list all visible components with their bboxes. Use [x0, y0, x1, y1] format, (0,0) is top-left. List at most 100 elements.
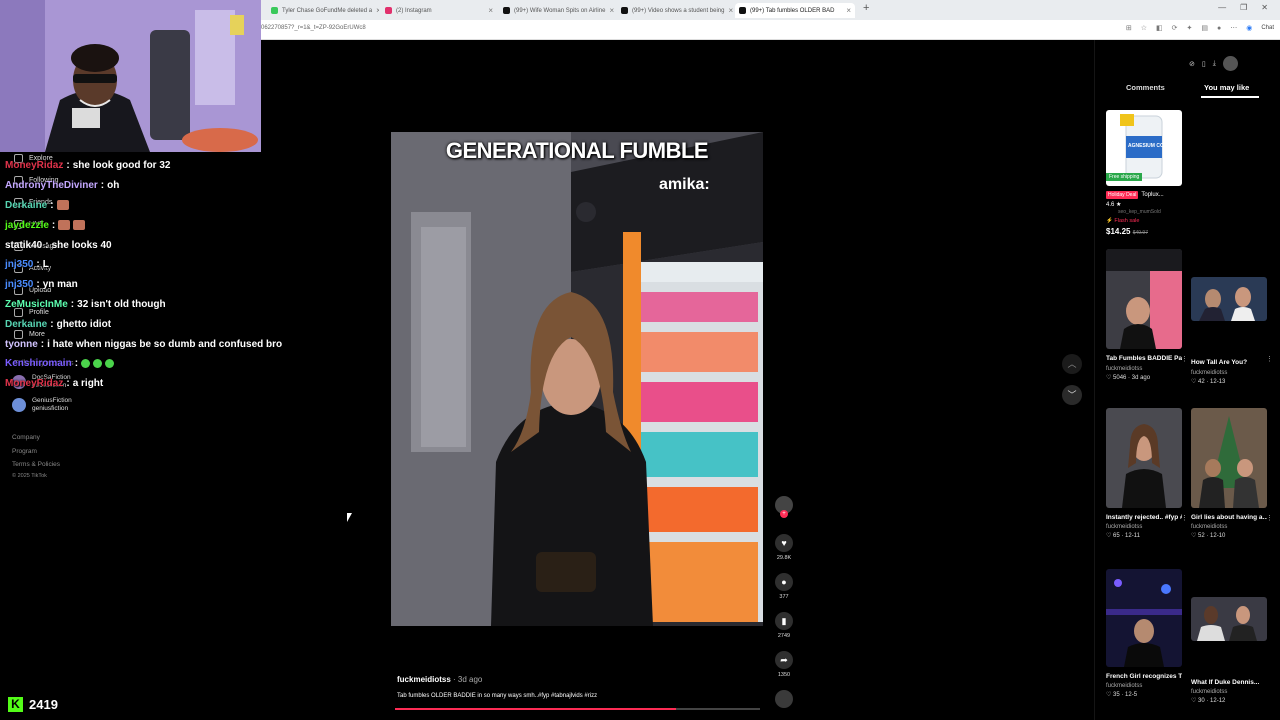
more-options-icon[interactable]: ⋮ [1181, 514, 1188, 522]
footer-company[interactable]: Company [12, 434, 40, 441]
close-window-icon[interactable]: ✕ [1261, 3, 1268, 12]
followed-account[interactable]: GeniusFiction geniusfiction [12, 397, 72, 413]
video-title: Girl lies about having a... [1191, 514, 1267, 521]
chat-username[interactable]: ZeMusicInMe [5, 299, 68, 310]
user-avatar[interactable] [1222, 56, 1238, 71]
streamer-webcam [0, 0, 261, 152]
tab-you-may-like[interactable]: You may like [1204, 83, 1249, 92]
video-author: fuckmeidiotss [1191, 524, 1228, 530]
reading-list-icon[interactable]: ▤ [1201, 24, 1208, 32]
refresh-icon[interactable]: ⟳ [1172, 24, 1178, 32]
bookmark-star-icon[interactable]: ☆ [1141, 24, 1147, 32]
footer-program[interactable]: Program [12, 448, 37, 455]
chat-separator: : [100, 180, 105, 192]
progress-fill [395, 708, 677, 710]
tab-comments[interactable]: Comments [1126, 83, 1165, 92]
recommended-video-card[interactable]: Tab Fumbles BADDIE Part 2.... fuckmeidio… [1106, 249, 1188, 381]
chat-username[interactable]: AndronyTheDiviner [5, 180, 98, 191]
video-overlay-caption: GENERATIONAL FUMBLE [445, 138, 709, 163]
chat-username[interactable]: jnj350 [5, 279, 33, 290]
stream-chat: MoneyRidaz: she look good for 32 AndronyTh… [5, 156, 305, 394]
share-count: 1350 [777, 672, 791, 678]
previous-video-button[interactable]: ︿ [1062, 354, 1082, 374]
chat-username[interactable]: Derkaine [5, 319, 47, 330]
tab-title: (99+) Wife Woman Spits on Airline [514, 7, 606, 14]
close-tab-icon[interactable]: × [609, 6, 614, 15]
chat-username[interactable]: MoneyRidaz [5, 378, 63, 389]
free-shipping-badge: Free shipping [1106, 173, 1143, 181]
chat-text: she look good for 32 [72, 160, 171, 172]
chat-button[interactable]: Chat [1261, 25, 1274, 31]
video-thumbnail [1191, 277, 1267, 321]
chat-username[interactable]: Kenshiromain [5, 358, 72, 369]
comment-button[interactable]: ● 377 [773, 573, 795, 600]
chat-username[interactable]: jaydezzle [5, 220, 49, 231]
chat-message: Derkaine: ghetto idiot [5, 314, 305, 334]
next-video-button[interactable]: ﹀ [1062, 385, 1082, 405]
device-icon[interactable]: ▯ [1202, 60, 1206, 68]
minimize-icon[interactable]: — [1218, 3, 1226, 12]
url-input[interactable]: 062270857?_r=1&_t=ZP-92GoErUWc8 [261, 25, 366, 31]
close-tab-icon[interactable]: × [728, 6, 733, 15]
video-thumbnail [1191, 408, 1267, 508]
video-title: French Girl recognizes Tab... [1106, 673, 1182, 680]
browser-tab[interactable]: (2) Instagram × [381, 3, 497, 18]
author-handle[interactable]: fuckmeidiotss [397, 675, 451, 684]
copilot-icon[interactable]: ◉ [1246, 24, 1252, 32]
follow-plus-icon[interactable]: + [780, 510, 788, 518]
kick-logo-icon: K [8, 697, 23, 712]
browser-tab[interactable]: (99+) Video shows a student being × [617, 3, 733, 18]
chat-username[interactable]: MoneyRidaz [5, 160, 63, 171]
close-tab-icon[interactable]: × [846, 6, 851, 15]
browser-tab[interactable]: (99+) Wife Woman Spits on Airline × [499, 3, 615, 18]
close-tab-icon[interactable]: × [376, 6, 379, 15]
video-progress-bar[interactable] [395, 708, 760, 710]
extensions-puzzle-icon[interactable]: ✦ [1186, 24, 1192, 32]
chat-text: i hate when niggas be so dumb and confus… [47, 338, 283, 350]
video-thumbnail [1106, 569, 1182, 667]
save-count: 2749 [777, 633, 791, 639]
product-card[interactable]: AGNESIUM COMPLEX Free shipping Holiday D… [1106, 110, 1182, 236]
recommended-video-card[interactable]: French Girl recognizes Tab... fuckmeidio… [1106, 569, 1182, 698]
original-price: $49.97 [1132, 230, 1148, 236]
holiday-deal-tag: Holiday Deal [1106, 191, 1139, 199]
install-app-icon[interactable]: ⊞ [1126, 24, 1132, 32]
maximize-icon[interactable]: ❐ [1240, 3, 1247, 12]
like-button[interactable]: ♥ 29.8K [773, 534, 795, 561]
chat-username[interactable]: tyonne [5, 339, 38, 350]
recommended-video-card[interactable]: Instantly rejected.. #fyp #tabnajlvid...… [1106, 408, 1188, 539]
video-player[interactable]: GENERATIONAL FUMBLE amika: [391, 132, 763, 626]
product-title: Toplux... [1141, 192, 1164, 198]
recommended-video-card[interactable]: Girl lies about having a... fuckmeidiots… [1191, 408, 1273, 539]
video-author[interactable]: fuckmeidiotss · 3d ago [397, 675, 482, 684]
address-bar-actions: ⊞ ☆ ◧ ⟳ ✦ ▤ ● ⋯ ◉ Chat [1126, 24, 1274, 33]
tab-title: Tyler Chase GoFundMe deleted a [282, 7, 373, 14]
sound-disc-button[interactable] [773, 690, 795, 708]
browser-tab[interactable]: Tyler Chase GoFundMe deleted a × [267, 3, 379, 18]
new-tab-button[interactable]: + [863, 2, 869, 14]
share-button[interactable]: ➦ 1350 [773, 651, 795, 678]
recommended-video-card[interactable]: How Tall Are You? fuckmeidiotss ♡ 42 · 1… [1191, 277, 1273, 385]
footer-terms[interactable]: Terms & Policies [12, 461, 60, 468]
extension-icon[interactable]: ◧ [1156, 24, 1163, 32]
more-options-icon[interactable]: ⋮ [1266, 355, 1273, 363]
profile-icon[interactable]: ● [1217, 25, 1221, 32]
coin-icon[interactable]: ⊘ [1189, 60, 1195, 68]
menu-dots-icon[interactable]: ⋯ [1230, 24, 1237, 32]
chat-username[interactable]: jnj350 [5, 259, 33, 270]
chat-message: jaydezzle: [5, 215, 305, 235]
window-controls: — ❐ ✕ [1218, 3, 1268, 12]
recommended-video-card[interactable]: What If Duke Dennis... fuckmeidiotss ♡ 3… [1191, 597, 1267, 704]
chat-username[interactable]: statik40 [5, 240, 42, 251]
browser-tab-active[interactable]: (99+) Tab fumbles OLDER BAD × [735, 3, 855, 18]
close-tab-icon[interactable]: × [488, 6, 493, 15]
account-name: GeniusFiction [32, 397, 72, 404]
chat-message: Kenshiromain: [5, 354, 305, 374]
save-button[interactable]: ▮ 2749 [773, 612, 795, 639]
more-options-icon[interactable]: ⋮ [1266, 514, 1273, 522]
creator-avatar-button[interactable]: + [773, 496, 795, 518]
chat-username[interactable]: Derkaine [5, 200, 47, 211]
more-options-icon[interactable]: ⋮ [1181, 355, 1188, 363]
viewer-count: 2419 [29, 697, 58, 712]
download-icon[interactable]: ⤓ [1213, 60, 1216, 68]
